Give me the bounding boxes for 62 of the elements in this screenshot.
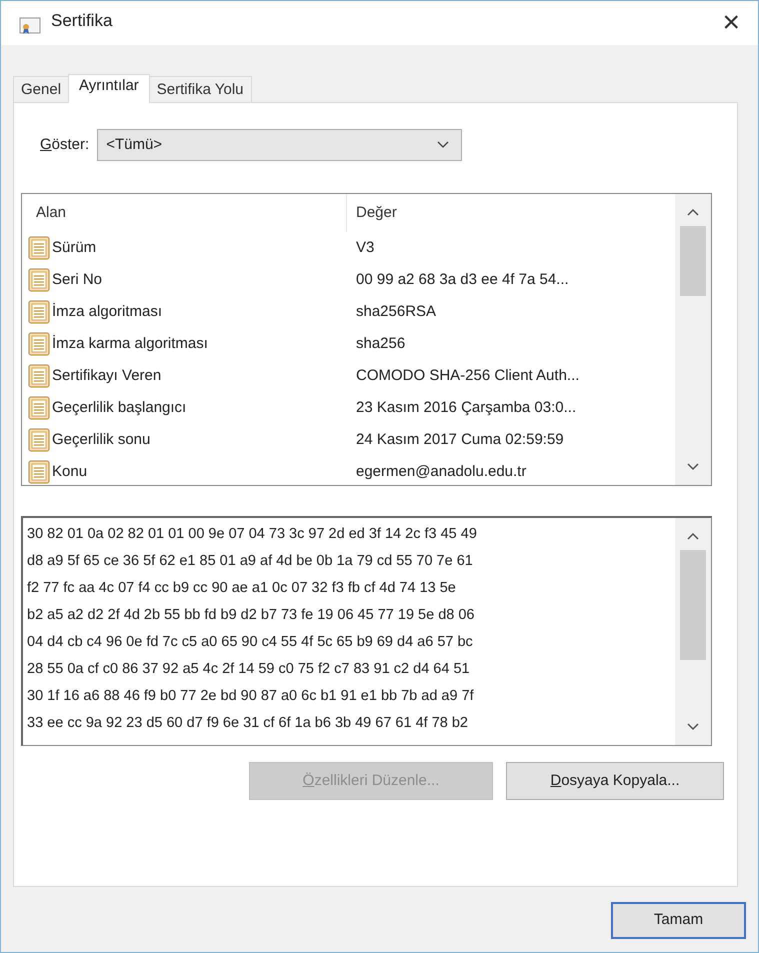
field-name: İmza algoritması — [51, 302, 164, 322]
action-button[interactable]: Dosyaya Kopyala... — [506, 762, 724, 800]
tab[interactable]: Ayrıntılar — [68, 74, 150, 103]
scrollbar[interactable] — [675, 194, 711, 485]
scrollbar-thumb[interactable] — [680, 226, 706, 296]
field-value: sha256 — [355, 334, 406, 354]
field-name: Geçerlilik başlangıcı — [51, 398, 188, 418]
field-row[interactable]: Konu egermen@anadolu.edu.tr — [28, 456, 675, 485]
field-value: 00 99 a2 68 3a d3 ee 4f 7a 54... — [355, 270, 569, 290]
field-value: V3 — [355, 238, 374, 258]
show-dropdown[interactable]: <Tümü> — [97, 129, 462, 161]
field-icon — [28, 236, 50, 260]
field-icon — [28, 268, 50, 292]
field-name: Seri No — [51, 270, 104, 290]
field-icon — [28, 364, 50, 388]
hex-line: 33 ee cc 9a 92 23 d5 60 d7 f9 6e 31 cf 6f 1a b6 3b 49 67 61 4f 78 b2 — [27, 714, 469, 733]
field-value: egermen@anadolu.edu.tr — [355, 462, 526, 482]
detail-text-box[interactable] — [21, 516, 712, 746]
scrollbar-thumb[interactable] — [680, 550, 706, 660]
field-icon — [28, 332, 50, 356]
field-name: Konu — [51, 462, 88, 482]
hex-line: 30 82 01 0a 02 82 01 01 00 9e 07 04 73 3c 97 2d ed 3f 14 2c f3 45 49 — [27, 525, 478, 544]
column-header[interactable]: Alan — [22, 194, 347, 232]
field-value: 24 Kasım 2017 Cuma 02:59:59 — [355, 430, 564, 450]
field-value: sha256RSA — [355, 302, 436, 322]
chevron-up-icon[interactable] — [687, 208, 699, 216]
field-icon — [28, 428, 50, 452]
field-row[interactable]: Sürüm V3 — [28, 232, 675, 264]
field-icon — [28, 460, 50, 484]
field-row[interactable]: İmza karma algoritması sha256 — [28, 328, 675, 360]
column-header[interactable]: Değer — [347, 202, 397, 224]
ok-button[interactable]: Tamam — [611, 902, 746, 939]
scrollbar[interactable] — [675, 518, 711, 745]
hex-line: f2 77 fc aa 4c 07 f4 cc b9 cc 90 ae a1 0c 07 32 f3 fb cf 4d 74 13 5e — [27, 579, 457, 598]
field-value: 23 Kasım 2016 Çarşamba 03:0... — [355, 398, 576, 418]
chevron-down-icon[interactable] — [687, 463, 699, 471]
field-row[interactable]: Sertifikayı Veren COMODO SHA-256 Client Auth... — [28, 360, 675, 392]
close-button[interactable]: × — [716, 8, 746, 38]
field-value: COMODO SHA-256 Client Auth... — [355, 366, 580, 386]
tab[interactable]: Sertifika Yolu — [148, 76, 252, 102]
field-name: Geçerlilik sonu — [51, 430, 152, 450]
chevron-down-icon — [437, 141, 450, 149]
field-icon — [28, 300, 50, 324]
chevron-down-icon[interactable] — [687, 723, 699, 731]
window-title: Sertifika — [51, 10, 112, 32]
show-label: Göster: — [40, 134, 90, 155]
hex-line: b2 a5 a2 d2 2f 4d 2b 55 bb fd b9 d2 b7 73 fe 19 06 45 77 19 5e d8 06 — [27, 606, 476, 625]
field-row[interactable]: Geçerlilik başlangıcı 23 Kasım 2016 Çarşamba 03:0... — [28, 392, 675, 424]
field-name: Sertifikayı Veren — [51, 366, 162, 386]
certificate-icon — [19, 17, 41, 35]
field-name: Sürüm — [51, 238, 98, 258]
field-name: İmza karma algoritması — [51, 334, 209, 354]
field-icon — [28, 396, 50, 420]
field-row[interactable]: Geçerlilik sonu 24 Kasım 2017 Cuma 02:59:59 — [28, 424, 675, 456]
hex-line: 30 1f 16 a6 88 46 f9 b0 77 2e bd 90 87 a0 6c b1 91 e1 bb 7b ad a9 7f — [27, 687, 475, 706]
hex-line: 28 55 0a cf c0 86 37 92 a5 4c 2f 14 59 c0 75 f2 c7 83 91 c2 d4 64 51 — [27, 660, 471, 679]
tab[interactable]: Genel — [13, 76, 70, 102]
hex-line: d8 a9 5f 65 ce 36 5f 62 e1 85 01 a9 af 4d be 0b 1a 79 cd 55 70 7e 61 — [27, 552, 474, 571]
field-row[interactable]: İmza algoritması sha256RSA — [28, 296, 675, 328]
field-row[interactable]: Seri No 00 99 a2 68 3a d3 ee 4f 7a 54... — [28, 264, 675, 296]
hex-line: 04 d4 cb c4 96 0e fd 7c c5 a0 65 90 c4 55 4f 5c 65 b9 69 d4 a6 57 bc — [27, 633, 474, 652]
chevron-up-icon[interactable] — [687, 532, 699, 540]
